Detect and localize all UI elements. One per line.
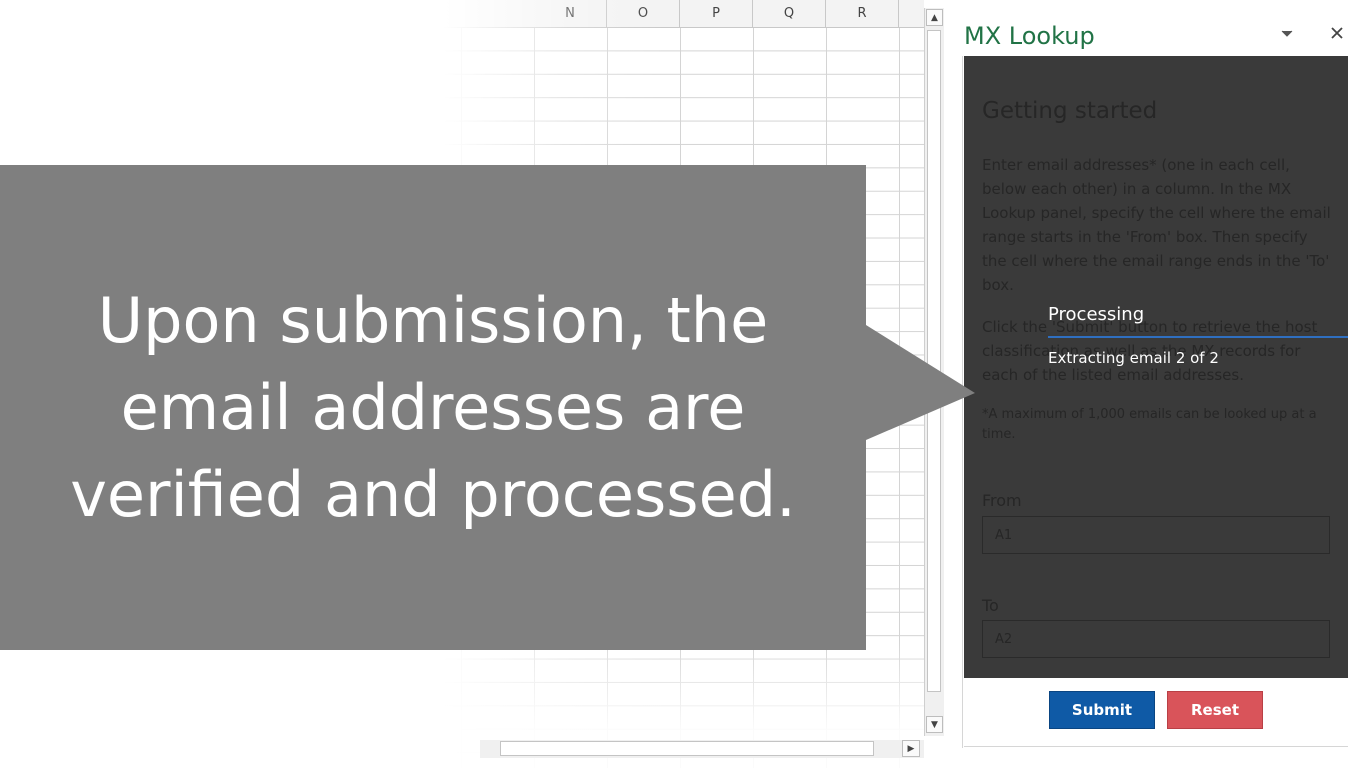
chevron-down-icon[interactable] [1278, 26, 1296, 42]
scroll-right-icon[interactable]: ▶ [902, 740, 920, 757]
getting-started-heading: Getting started [982, 98, 1158, 124]
pane-bottom-border [964, 746, 1348, 747]
processing-title: Processing [1048, 304, 1145, 325]
horizontal-scrollbar[interactable]: ▶ [480, 740, 924, 758]
pane-content-overlay: Getting started Enter email addresses* (… [964, 56, 1348, 678]
from-input[interactable]: A1 [982, 516, 1330, 554]
processing-status: Extracting email 2 of 2 [1048, 349, 1219, 367]
mx-lookup-task-pane: MX Lookup Getting started Enter email ad… [948, 0, 1366, 768]
to-input[interactable]: A2 [982, 620, 1330, 658]
reset-button[interactable]: Reset [1167, 691, 1263, 729]
processing-progress-bar [1048, 336, 1348, 338]
callout: Upon submission, the email addresses are… [0, 0, 990, 660]
callout-text: Upon submission, the email addresses are… [70, 284, 796, 531]
getting-started-paragraph-1: Enter email addresses* (one in each cell… [982, 156, 1331, 294]
getting-started-note: *A maximum of 1,000 emails can be looked… [982, 407, 1317, 442]
close-icon[interactable] [1327, 23, 1347, 43]
submit-button[interactable]: Submit [1049, 691, 1155, 729]
scroll-down-icon[interactable]: ▼ [926, 716, 943, 733]
horizontal-scroll-thumb[interactable] [500, 741, 874, 756]
